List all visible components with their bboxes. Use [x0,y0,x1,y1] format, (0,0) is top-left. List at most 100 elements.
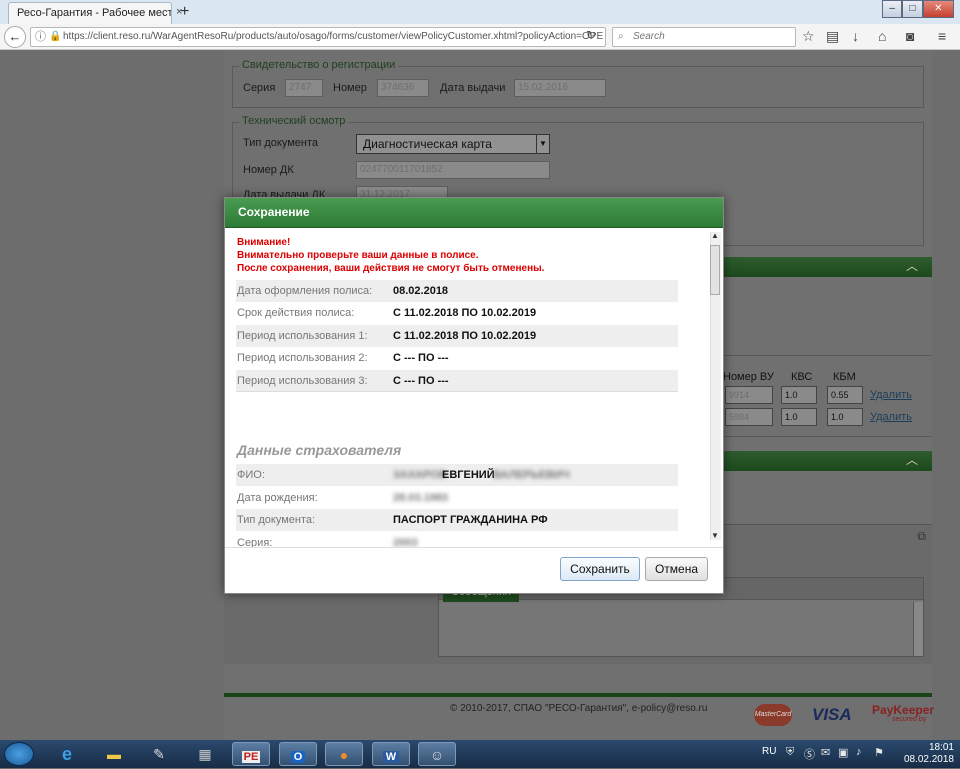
pe-icon[interactable]: PE [232,742,270,766]
vu-field-2[interactable]: 5984 [725,408,773,426]
delete-link-2[interactable]: Удалить [870,411,912,423]
reload-icon[interactable]: ↻ [586,28,596,42]
delete-link-1[interactable]: Удалить [870,389,912,401]
search-icon: ⌕ [618,31,624,42]
row-key: Тип документа: [237,514,316,526]
navigation-bar: ← ⓘ 🔒 https://client.reso.ru/WarAgentRes… [0,24,960,50]
close-window-button[interactable]: ✕ [922,0,954,18]
calculator-icon[interactable]: ▦ [186,742,224,766]
antivirus-icon[interactable]: ⛨ [786,746,794,759]
downloads-icon[interactable]: ↓ [852,28,859,44]
kvs-field-1[interactable]: 1.0 [781,386,817,404]
firefox-icon[interactable]: ● [325,742,363,766]
insurer-row: Тип документа: ПАСПОРТ ГРАЖДАНИНА РФ [236,509,678,531]
word-icon[interactable]: W [372,742,410,766]
visa-logo: VISA [812,705,852,724]
save-dialog: Сохранение Внимание! Внимательно проверь… [224,197,724,594]
minimize-button[interactable]: – [882,0,903,18]
issue-date-field[interactable]: 15.02.2016 [514,79,606,97]
paint-icon[interactable]: ✎ [140,742,178,766]
dialog-separator [225,547,723,548]
address-bar[interactable]: ⓘ 🔒 https://client.reso.ru/WarAgentResoR… [30,27,606,47]
number-field[interactable]: 374636 [377,79,429,97]
volume-icon[interactable]: ♪ [856,746,862,758]
row-key: Период использования 2: [237,352,368,364]
outlook-tray-icon[interactable]: ✉ [821,746,830,759]
policy-row: Период использования 2: С --- ПО --- [236,347,678,369]
registration-legend: Свидетельство о регистрации [239,59,399,71]
warning-line: Внимательно проверьте ваши данные в поли… [237,250,479,261]
maximize-button[interactable]: □ [902,0,923,18]
warning-title: Внимание! [237,237,291,248]
kbm-field-1[interactable]: 0.55 [827,386,863,404]
collapse-icon[interactable]: ︿ [906,259,918,273]
collapse-icon[interactable]: ︿ [906,453,918,467]
bookmark-star-icon[interactable]: ☆ [802,28,815,45]
dialog-title: Сохранение [238,205,310,219]
row-key: Период использования 1: [237,330,368,342]
restore-icon[interactable]: ⧉ [917,529,926,544]
dk-number-field[interactable]: 024770011701852 [356,161,550,179]
save-button[interactable]: Сохранить [560,557,640,581]
row-key: Срок действия полиса: [237,307,355,319]
vu-field-1[interactable]: 9914 [725,386,773,404]
home-icon[interactable]: ⌂ [878,28,886,44]
scrollbar-thumb[interactable] [710,245,720,295]
drivers-table: Номер ВУ КВС КБМ 9914 1.0 0.55 Удалить 5… [694,355,932,437]
browser-tab[interactable]: Ресо-Гарантия - Рабочее место [8,2,172,24]
insurer-row: Дата рождения: 28.03.1983 [236,487,678,509]
explorer-icon[interactable]: ▬ [95,742,133,766]
row-key: Период использования 3: [237,375,368,387]
blurred-value: 28.03.1983 [393,492,449,504]
ie-icon[interactable]: e [48,742,86,766]
outlook-icon[interactable]: O [279,742,317,766]
policy-row: Срок действия полиса: С 11.02.2018 ПО 10.… [236,302,678,324]
policy-row: Дата оформления полиса: 08.02.2018 [236,280,678,302]
series-field[interactable]: 2747 [285,79,323,97]
issue-date-label: Дата выдачи [440,82,506,94]
pocket-icon[interactable]: ◙ [906,28,914,44]
skype-icon[interactable]: Ⓢ [804,746,815,762]
start-button[interactable] [4,742,34,766]
blurred-value: ЗАХАРОВ [393,469,447,481]
row-value: С 11.02.2018 ПО 10.02.2019 [393,330,537,342]
col-kvs-header: КВС [791,371,813,383]
series-label: Серия [243,82,276,94]
dk-number-label: Номер ДК [243,164,294,176]
insurer-row: ФИО: ЗАХАРОВ ЕВГЕНИЙ ВАЛЕРЬЕВИЧ [236,464,678,486]
network-icon[interactable]: ▣ [838,746,848,759]
kvs-field-2[interactable]: 1.0 [781,408,817,426]
messages-scrollbar[interactable] [913,602,923,656]
lock-icon: 🔒 [49,31,62,42]
flag-icon[interactable]: ⚑ [874,746,884,759]
menu-icon[interactable]: ≡ [938,28,946,44]
new-tab-button[interactable]: + [180,3,189,21]
policy-row: Период использования 1: С 11.02.2018 ПО 1… [236,325,678,347]
scroll-up-icon[interactable]: ▲ [711,231,719,240]
language-indicator[interactable]: RU [762,746,776,757]
reading-list-icon[interactable]: ▤ [826,28,839,45]
clock[interactable]: 18:01 08.02.2018 [888,742,954,766]
dialog-header[interactable]: Сохранение [225,198,723,228]
row-value: ПАСПОРТ ГРАЖДАНИНА РФ [393,514,548,526]
inspection-legend: Технический осмотр [239,115,349,127]
doc-type-select[interactable]: Диагностическая карта ▼ [356,134,550,154]
footer-line [224,693,932,697]
info-icon[interactable]: ⓘ [35,28,46,46]
search-placeholder: Search [633,31,665,42]
col-kbm-header: КБМ [833,371,856,383]
back-button[interactable]: ← [4,26,26,48]
browser-titlebar: Ресо-Гарантия - Рабочее место × + – □ ✕ [0,0,960,24]
cancel-button[interactable]: Отмена [645,557,708,581]
search-input[interactable]: ⌕ Search [612,27,796,47]
warning-line: После сохранения, ваши действия не смогу… [237,263,545,274]
registration-fieldset: Свидетельство о регистрации Серия 2747 Н… [232,59,924,108]
row-value: ЕВГЕНИЙ [442,469,495,481]
notepad-icon[interactable]: ☺ [418,742,456,766]
scroll-down-icon[interactable]: ▼ [711,531,719,540]
chevron-down-icon: ▼ [536,135,549,153]
kbm-field-2[interactable]: 1.0 [827,408,863,426]
row-key: Дата оформления полиса: [237,285,373,297]
tab-title: Ресо-Гарантия - Рабочее место [17,7,172,19]
blurred-value: 2003 [393,537,418,547]
